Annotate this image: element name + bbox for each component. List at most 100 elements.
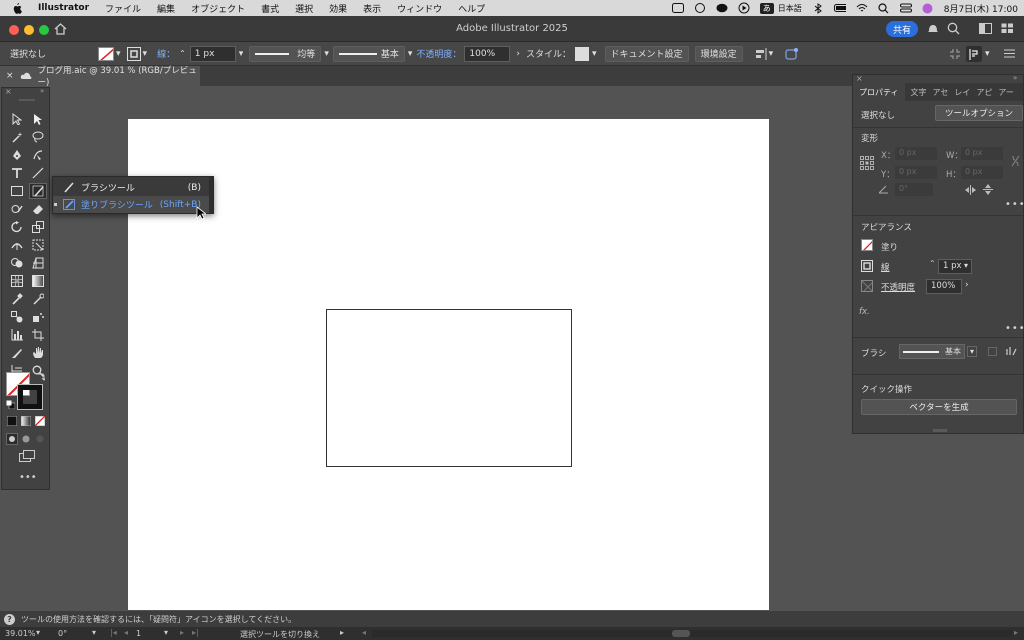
- app-menu[interactable]: Illustrator: [30, 3, 97, 13]
- opacity-field[interactable]: 100%: [926, 279, 962, 294]
- tab-appearance[interactable]: アピ: [976, 87, 992, 98]
- brush-definition[interactable]: 基本: [332, 45, 405, 62]
- flyout-item-blob-brush[interactable]: 塗りブラシツール (Shift+B): [53, 196, 213, 213]
- screen-mode-icon[interactable]: [19, 450, 35, 462]
- close-panel-icon[interactable]: ×: [5, 87, 12, 96]
- measure-tool-icon[interactable]: [29, 291, 47, 307]
- panel-resize-grip[interactable]: [933, 429, 947, 432]
- menu-help[interactable]: ヘルプ: [450, 2, 493, 15]
- free-transform-tool-icon[interactable]: [29, 237, 47, 253]
- more-options-icon[interactable]: •••: [1005, 199, 1024, 210]
- chevron-down-icon[interactable]: ▾: [964, 261, 968, 270]
- x-field[interactable]: 0 px: [895, 147, 937, 160]
- lasso-tool-icon[interactable]: [29, 129, 47, 145]
- fill-none-swatch[interactable]: [861, 239, 873, 251]
- close-panel-icon[interactable]: ×: [856, 74, 863, 83]
- stroke-swatch[interactable]: [126, 46, 141, 61]
- panel-grip[interactable]: [19, 99, 35, 101]
- battery-icon[interactable]: [833, 3, 846, 13]
- menu-window[interactable]: ウィンドウ: [389, 2, 450, 15]
- swap-fill-stroke-icon[interactable]: [36, 372, 45, 381]
- variable-width-profile[interactable]: 均等: [249, 45, 322, 62]
- stroke-color-box[interactable]: [17, 384, 43, 410]
- chevron-right-icon[interactable]: ›: [965, 280, 969, 290]
- more-options-icon[interactable]: •••: [1005, 323, 1024, 334]
- sync-icon[interactable]: [694, 3, 706, 13]
- chevron-down-icon[interactable]: ▾: [769, 49, 774, 59]
- input-mode-badge[interactable]: あ: [759, 2, 774, 14]
- menu-file[interactable]: ファイル: [97, 2, 149, 15]
- scale-tool-icon[interactable]: [29, 219, 47, 235]
- workspace-switcher-icon[interactable]: [979, 23, 992, 34]
- brush-options-icon[interactable]: [988, 347, 997, 356]
- mesh-tool-icon[interactable]: [8, 273, 26, 289]
- paintbrush-tool-icon[interactable]: [29, 183, 47, 199]
- notification-icon[interactable]: [927, 22, 939, 35]
- blend-tool-icon[interactable]: [8, 309, 26, 325]
- menu-select[interactable]: 選択: [287, 2, 321, 15]
- brush-definition-field[interactable]: 基本: [899, 344, 965, 359]
- symbol-sprayer-tool-icon[interactable]: [29, 309, 47, 325]
- slice-tool-icon[interactable]: [8, 345, 26, 361]
- eyedropper-tool-icon[interactable]: [8, 291, 26, 307]
- chevron-down-icon[interactable]: ▾: [967, 346, 978, 357]
- w-field[interactable]: 0 px: [961, 147, 1003, 160]
- menu-view[interactable]: 表示: [355, 2, 389, 15]
- hamburger-icon[interactable]: [1004, 49, 1015, 58]
- line-segment-tool-icon[interactable]: [29, 165, 47, 181]
- artboard-number[interactable]: 1: [136, 629, 141, 638]
- align-icon[interactable]: [755, 47, 767, 60]
- chevron-down-icon[interactable]: ▾: [408, 49, 413, 59]
- menu-edit[interactable]: 編集: [149, 2, 183, 15]
- column-graph-tool-icon[interactable]: [8, 327, 26, 343]
- creative-cloud-icon[interactable]: [671, 3, 684, 13]
- help-question-icon[interactable]: ?: [4, 613, 15, 625]
- control-center-icon[interactable]: [899, 3, 912, 13]
- tab-character[interactable]: 文字: [911, 87, 927, 98]
- rotate-view-value[interactable]: 0°: [58, 629, 67, 638]
- recolor-icon[interactable]: [785, 47, 799, 60]
- hand-tool-icon[interactable]: [29, 345, 47, 361]
- chevron-down-icon[interactable]: ▾: [164, 628, 168, 637]
- zoom-level[interactable]: 39.01%: [5, 629, 36, 638]
- search-help-icon[interactable]: [947, 22, 960, 35]
- document-setup-button[interactable]: ドキュメント設定: [604, 45, 689, 62]
- search-icon[interactable]: [878, 2, 890, 13]
- first-artboard-icon[interactable]: |◂: [110, 628, 117, 637]
- stroke-stepper-icon[interactable]: ⌃: [929, 259, 936, 268]
- collapse-panel-icon[interactable]: »: [1013, 74, 1017, 82]
- rectangle-shape[interactable]: [326, 309, 572, 467]
- scrollbar-thumb[interactable]: [672, 630, 690, 637]
- draw-normal-icon[interactable]: [6, 433, 18, 445]
- draw-behind-icon[interactable]: [21, 434, 31, 444]
- collapse-panel-icon[interactable]: »: [40, 87, 44, 95]
- menu-effect[interactable]: 効果: [321, 2, 355, 15]
- curvature-tool-icon[interactable]: [29, 147, 47, 163]
- rotate-field[interactable]: 0°: [895, 183, 933, 196]
- input-lang[interactable]: 日本語: [778, 3, 802, 14]
- preferences-button[interactable]: 環境設定: [694, 45, 743, 62]
- prev-artboard-icon[interactable]: ◂: [124, 628, 128, 637]
- line-icon[interactable]: [716, 3, 728, 13]
- apple-icon[interactable]: [0, 2, 30, 14]
- stroke-stepper-icon[interactable]: ⌃: [179, 49, 186, 58]
- tab-assets[interactable]: アセ: [933, 87, 949, 98]
- flip-horizontal-icon[interactable]: [965, 185, 976, 195]
- y-field[interactable]: 0 px: [895, 166, 937, 179]
- rectangle-tool-icon[interactable]: [8, 183, 26, 199]
- perspective-grid-tool-icon[interactable]: [29, 255, 47, 271]
- chevron-down-icon[interactable]: ▾: [985, 49, 990, 59]
- chevron-down-icon[interactable]: ▾: [592, 49, 597, 59]
- edit-toolbar-icon[interactable]: •••: [19, 472, 37, 483]
- wifi-icon[interactable]: [856, 3, 868, 13]
- scroll-left-icon[interactable]: ◂: [362, 628, 366, 637]
- reference-point-icon[interactable]: [860, 156, 874, 170]
- close-tab-icon[interactable]: ×: [6, 71, 14, 81]
- color-mode-icon[interactable]: [7, 416, 17, 426]
- tool-options-button[interactable]: ツールオプション: [935, 105, 1023, 121]
- arrange-documents-icon[interactable]: [1001, 23, 1014, 34]
- chevron-down-icon[interactable]: ▾: [92, 628, 96, 637]
- direct-selection-tool-icon[interactable]: [29, 111, 47, 127]
- stroke-label-link[interactable]: 線: [881, 261, 890, 273]
- share-button[interactable]: 共有: [886, 21, 918, 37]
